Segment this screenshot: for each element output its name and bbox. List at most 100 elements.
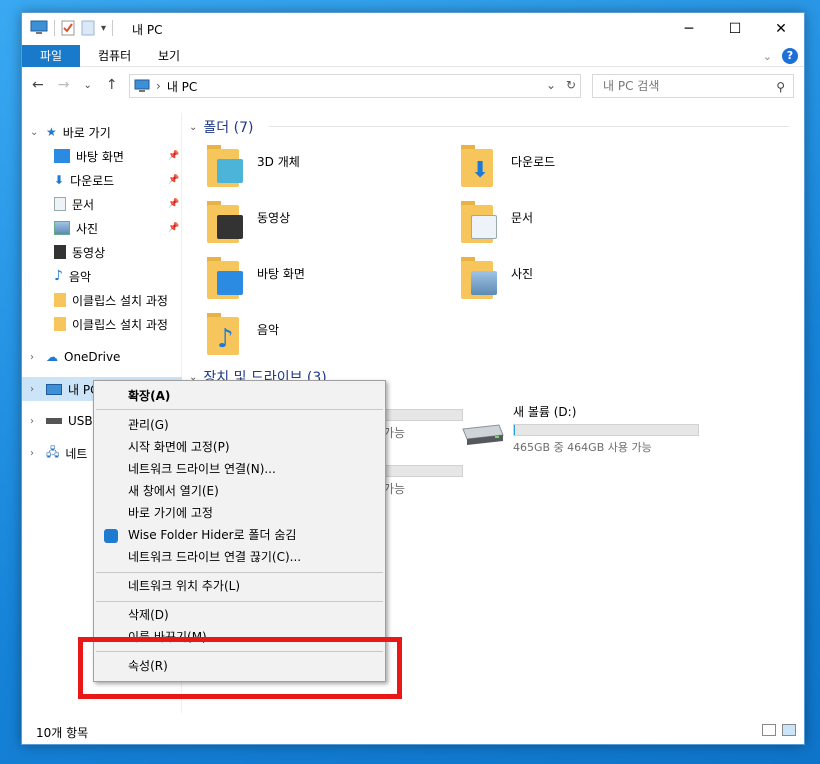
recent-locations-icon[interactable]: ⌄: [83, 77, 91, 95]
pin-icon: 📌: [168, 151, 180, 161]
new-folder-icon[interactable]: [81, 20, 95, 36]
desktop-icon: [54, 149, 70, 163]
sidebar-item-documents[interactable]: 문서: [54, 193, 182, 215]
expanded-chevron-icon[interactable]: ⌄: [30, 127, 40, 138]
folder-icon: [54, 317, 66, 331]
sidebar-item-label: OneDrive: [64, 350, 121, 364]
menu-item-expand[interactable]: 확장(A): [128, 386, 170, 406]
wise-folder-hider-icon: [104, 529, 118, 543]
videos-folder-icon: [207, 201, 247, 245]
folder-label: 문서: [511, 211, 534, 225]
sidebar-item-desktop[interactable]: 바탕 화면: [54, 145, 182, 167]
menu-item-wise-folder-hider[interactable]: Wise Folder Hider로 폴더 숨김: [128, 525, 296, 545]
sidebar-item-music[interactable]: ♪ 음악: [54, 265, 182, 287]
breadcrumb-current[interactable]: 내 PC: [167, 78, 197, 95]
sidebar-item-network[interactable]: › 🖧 네트: [30, 442, 87, 464]
minimize-button[interactable]: ─: [666, 13, 712, 45]
folder-videos[interactable]: 동영상: [207, 201, 290, 245]
drive-d[interactable]: 새 볼륨 (D:) 465GB 중 464GB 사용 가능: [459, 401, 699, 455]
window-title: 내 PC: [132, 23, 163, 37]
folder-label: 동영상: [257, 211, 291, 225]
sidebar-item-label: 이클립스 설치 과정: [72, 317, 168, 332]
quick-access-toolbar: ▾: [30, 20, 114, 36]
menu-item-pin-quick-access[interactable]: 바로 가기에 고정: [128, 503, 213, 523]
document-icon: [54, 197, 66, 211]
sidebar-item-usb[interactable]: › USB3: [30, 410, 100, 432]
title-bar: ▾ 내 PC ─ ☐ ✕: [22, 13, 804, 45]
folder-icon: [54, 293, 66, 307]
sidebar-item-label: 다운로드: [70, 173, 115, 188]
folder-downloads[interactable]: ⬇ 다운로드: [461, 145, 555, 189]
help-icon[interactable]: ?: [782, 48, 798, 64]
folder-pictures[interactable]: 사진: [461, 257, 533, 301]
menu-item-pin-start[interactable]: 시작 화면에 고정(P): [128, 437, 230, 457]
menu-item-add-network-location[interactable]: 네트워크 위치 추가(L): [128, 576, 240, 596]
refresh-icon[interactable]: ↻: [566, 78, 576, 92]
tab-computer[interactable]: 컴퓨터: [84, 45, 145, 67]
menu-item-disconnect-network-drive[interactable]: 네트워크 드라이브 연결 끊기(C)...: [128, 547, 301, 567]
folder-desktop[interactable]: 바탕 화면: [207, 257, 305, 301]
highlight-annotation-box: [78, 637, 402, 699]
expanded-chevron-icon[interactable]: ⌄: [189, 122, 197, 133]
download-arrow-icon: ⬇: [54, 173, 65, 187]
menu-item-delete[interactable]: 삭제(D): [128, 605, 169, 625]
customize-toolbar-icon[interactable]: ▾: [101, 23, 106, 34]
breadcrumb-chevron-icon[interactable]: ›: [156, 79, 161, 93]
menu-separator: [96, 572, 383, 573]
sidebar-item-onedrive[interactable]: › ☁ OneDrive: [30, 346, 120, 368]
close-button[interactable]: ✕: [758, 13, 804, 45]
details-view-icon[interactable]: [762, 724, 776, 736]
computer-icon: [134, 79, 150, 92]
address-bar[interactable]: › 내 PC ⌄ ↻: [129, 74, 581, 98]
sidebar-item-eclipse-1[interactable]: 이클립스 설치 과정: [54, 289, 182, 311]
properties-icon[interactable]: [61, 20, 75, 36]
tab-view[interactable]: 보기: [144, 45, 194, 67]
folder-music[interactable]: ♪ 음악: [207, 313, 279, 357]
collapsed-chevron-icon[interactable]: ›: [30, 352, 40, 363]
search-icon[interactable]: ⚲: [776, 76, 785, 98]
search-input[interactable]: 내 PC 검색 ⚲: [592, 74, 794, 98]
menu-separator: [96, 409, 383, 410]
forward-icon[interactable]: →: [58, 77, 70, 95]
hard-drive-icon: [462, 424, 504, 445]
drive-c-partial[interactable]: 가능: [383, 409, 463, 441]
sidebar-item-quick-access[interactable]: ⌄ ★ 바로 가기: [30, 121, 111, 143]
address-row: ← → ⌄ ↑ › 내 PC ⌄ ↻ 내 PC 검색 ⚲: [22, 71, 804, 101]
drive-usb-partial[interactable]: 가능: [383, 465, 463, 497]
section-divider: [269, 126, 789, 127]
menu-item-map-network-drive[interactable]: 네트워크 드라이브 연결(N)...: [128, 459, 276, 479]
back-icon[interactable]: ←: [32, 77, 44, 95]
sidebar-item-videos[interactable]: 동영상: [54, 241, 182, 263]
folder-3d-objects[interactable]: 3D 개체: [207, 145, 300, 189]
music-note-icon: ♪: [54, 268, 63, 284]
sidebar-item-eclipse-2[interactable]: 이클립스 설치 과정: [54, 313, 182, 335]
large-icons-view-icon[interactable]: [782, 724, 796, 736]
menu-item-open-new-window[interactable]: 새 창에서 열기(E): [128, 481, 219, 501]
drive-usage-bar: [513, 424, 699, 436]
collapsed-chevron-icon[interactable]: ›: [30, 384, 40, 395]
folders-section-header[interactable]: ⌄ 폴더 (7): [189, 117, 789, 137]
folder-label: 바탕 화면: [257, 267, 305, 281]
up-icon[interactable]: ↑: [106, 77, 118, 95]
collapsed-chevron-icon[interactable]: ›: [30, 448, 40, 459]
status-bar: 10개 항목: [22, 716, 804, 744]
menu-item-manage[interactable]: 관리(G): [128, 415, 169, 435]
maximize-button[interactable]: ☐: [712, 13, 758, 45]
sidebar-item-downloads[interactable]: ⬇ 다운로드: [54, 169, 182, 191]
sidebar-item-label: 음악: [68, 269, 92, 284]
sidebar-item-label: 바탕 화면: [76, 149, 124, 164]
usb-drive-icon: [46, 418, 62, 424]
pictures-icon: [54, 221, 70, 235]
collapsed-chevron-icon[interactable]: ›: [30, 416, 40, 427]
sidebar-item-pictures[interactable]: 사진: [54, 217, 182, 239]
downloads-folder-icon: ⬇: [461, 145, 501, 189]
folder-documents[interactable]: 문서: [461, 201, 533, 245]
address-dropdown-icon[interactable]: ⌄: [546, 78, 556, 92]
pictures-folder-icon: [461, 257, 501, 301]
tab-file[interactable]: 파일: [22, 45, 80, 67]
computer-icon: [30, 20, 48, 34]
toolbar-divider: [54, 20, 55, 36]
sidebar-item-label: 사진: [76, 221, 99, 236]
expand-ribbon-icon[interactable]: ⌄: [763, 50, 772, 63]
drive-free-space: 가능: [383, 482, 406, 496]
